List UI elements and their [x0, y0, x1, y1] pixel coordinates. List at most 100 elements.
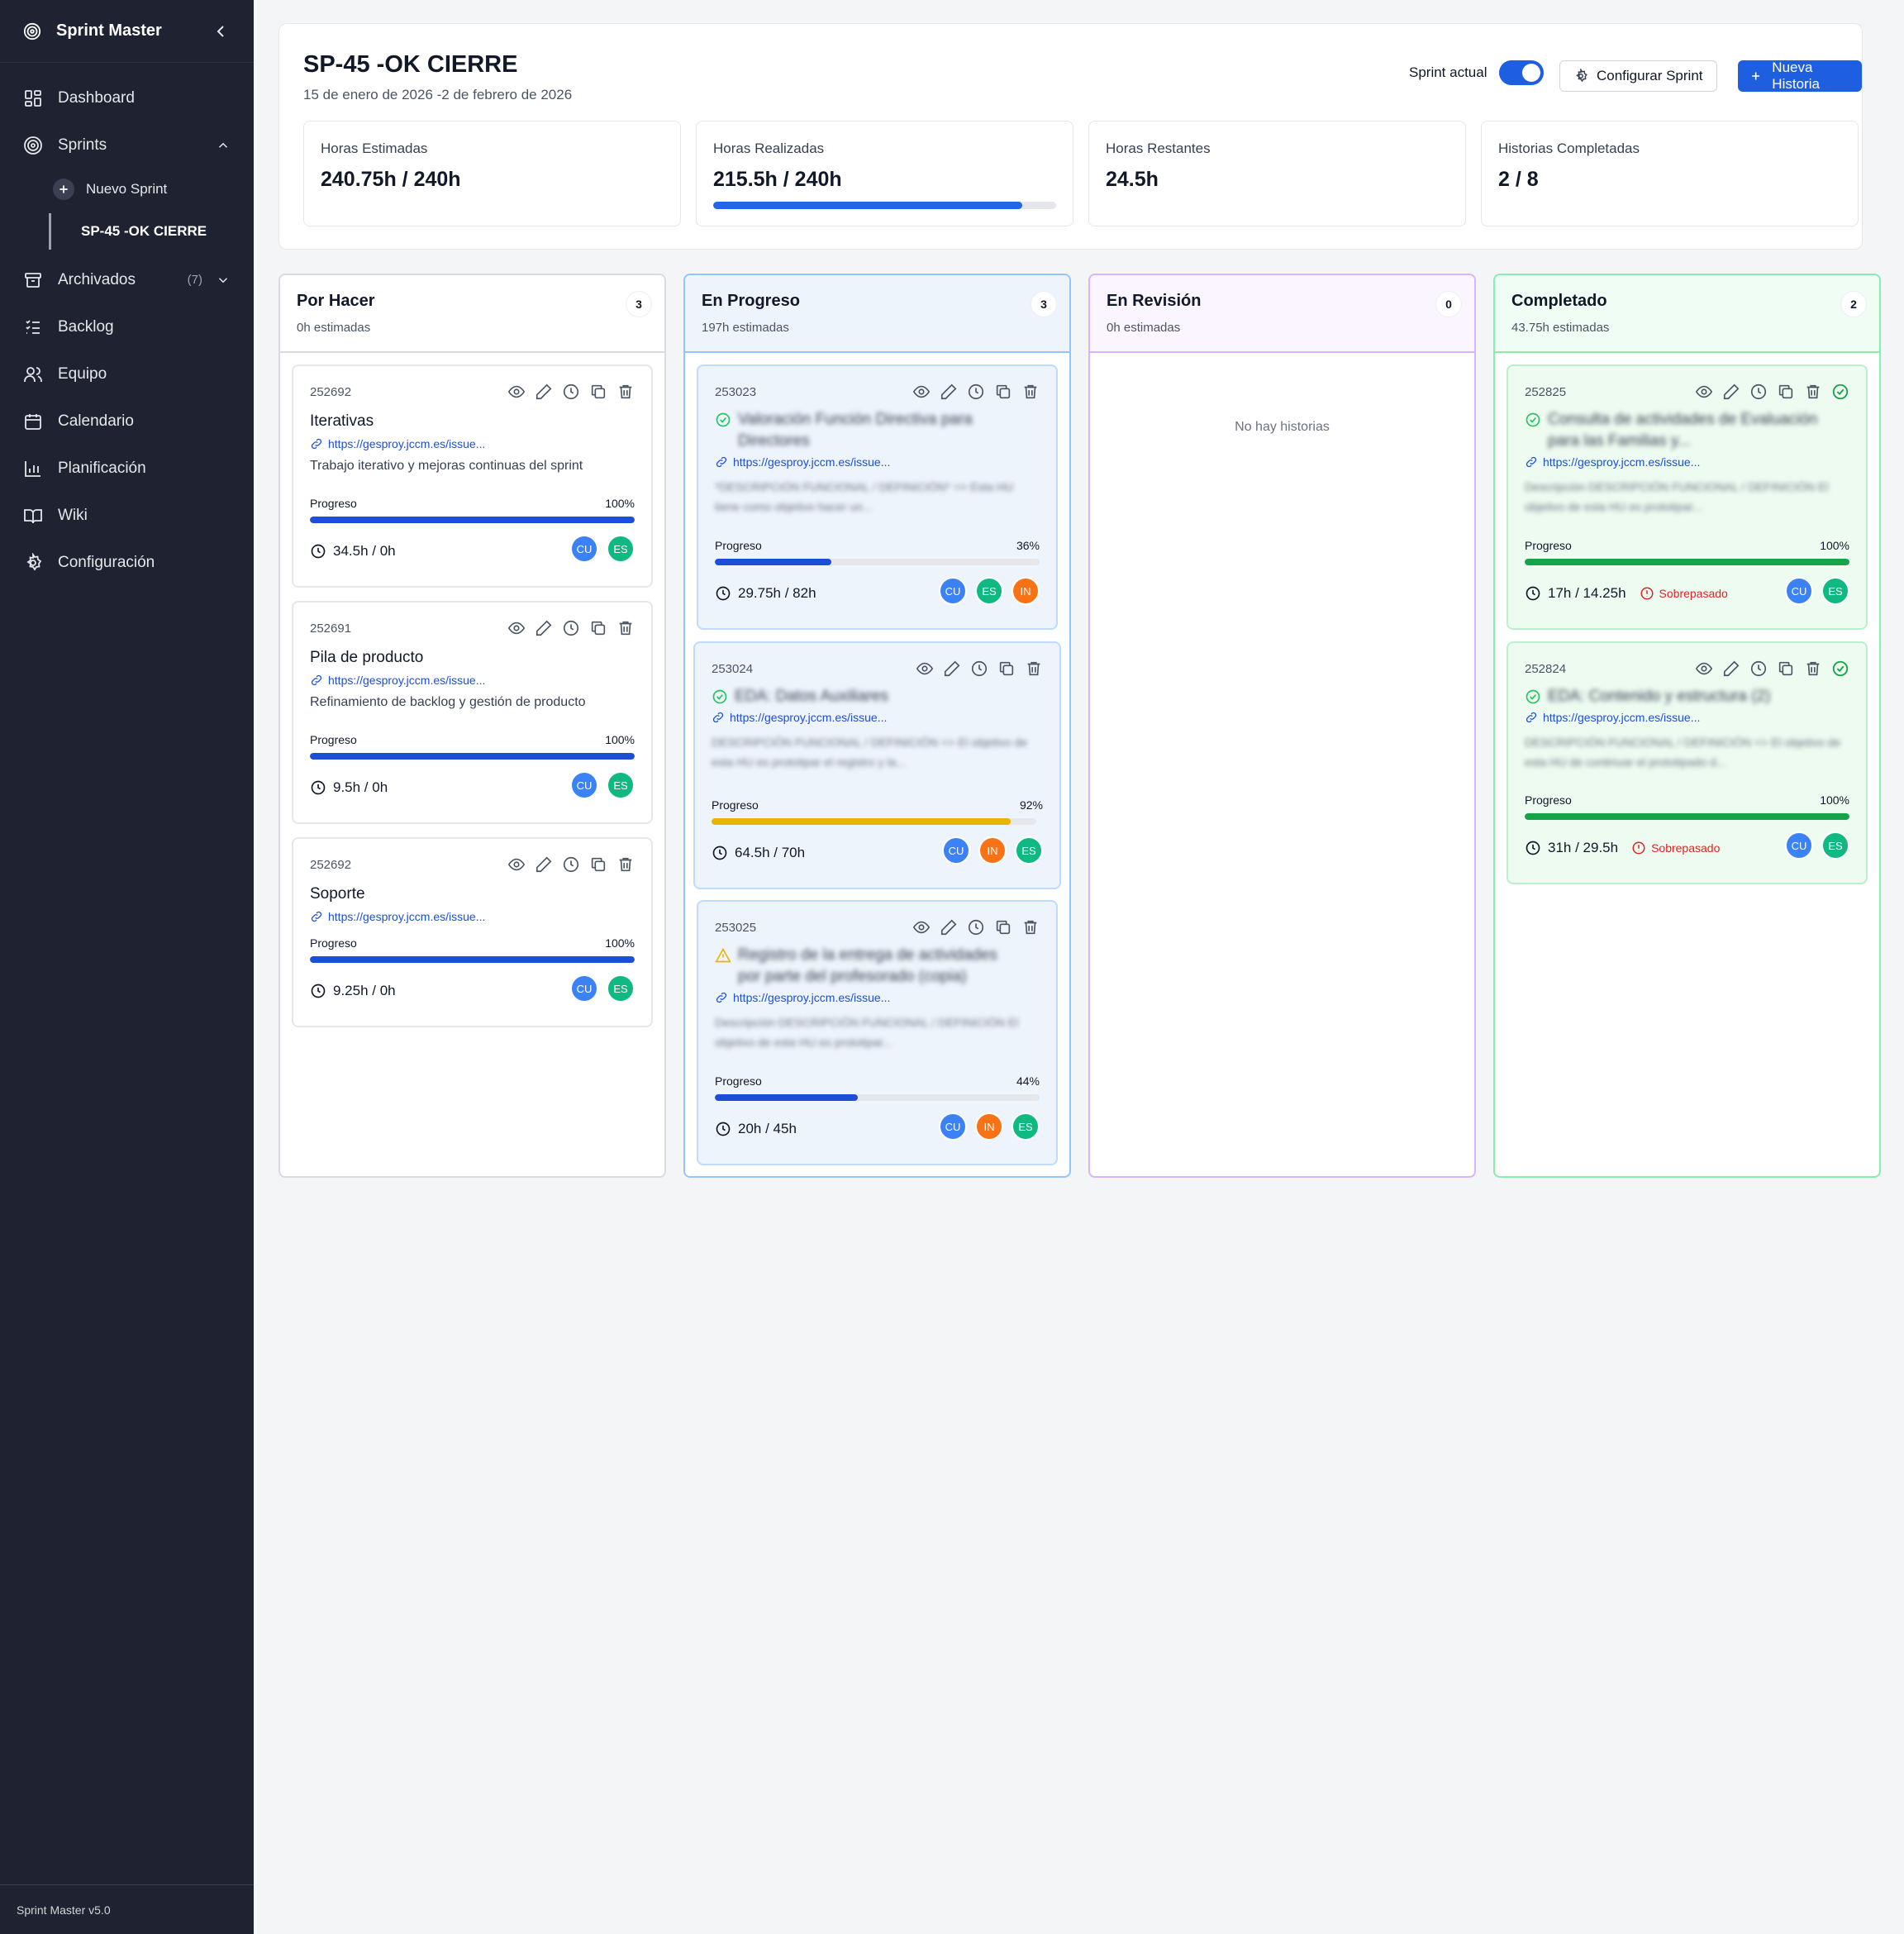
- clock-icon[interactable]: [562, 855, 580, 874]
- story-description: DESCRIPCIÓN FUNCIONAL / DEFINICIÓN => El…: [712, 736, 1028, 769]
- sidebar-item-equipo[interactable]: Equipo: [0, 350, 254, 398]
- sidebar-item-backlog[interactable]: Backlog: [0, 303, 254, 350]
- avatar[interactable]: ES: [1821, 831, 1849, 860]
- avatar[interactable]: CU: [942, 836, 970, 865]
- view-icon[interactable]: [507, 619, 526, 637]
- sidebar-item-dashboard[interactable]: Dashboard: [0, 74, 254, 121]
- clock-icon[interactable]: [1749, 660, 1768, 678]
- view-icon[interactable]: [1695, 660, 1713, 678]
- avatar[interactable]: ES: [975, 577, 1003, 605]
- edit-icon[interactable]: [1722, 660, 1740, 678]
- progress-value: 100%: [605, 733, 635, 746]
- view-icon[interactable]: [912, 383, 931, 401]
- story-link[interactable]: https://gesproy.jccm.es/issue...: [310, 910, 485, 923]
- story-card[interactable]: 252824 EDA: Contenido y estructura (2) htt…: [1507, 641, 1868, 884]
- hours-value: 31h / 29.5h: [1548, 840, 1619, 855]
- trash-icon[interactable]: [1804, 383, 1822, 401]
- view-icon[interactable]: [1695, 383, 1713, 401]
- avatar[interactable]: ES: [1015, 836, 1043, 865]
- trash-icon[interactable]: [1021, 918, 1040, 936]
- avatar[interactable]: IN: [975, 1112, 1003, 1141]
- avatar[interactable]: CU: [1785, 831, 1813, 860]
- story-card[interactable]: 253024 EDA: Datos Auxiliares https://gespr…: [693, 641, 1061, 889]
- trash-icon[interactable]: [1025, 660, 1043, 678]
- current-sprint-toggle[interactable]: [1498, 60, 1544, 85]
- avatar[interactable]: IN: [1011, 577, 1040, 605]
- new-story-button[interactable]: Nueva Historia: [1738, 60, 1862, 92]
- trash-icon[interactable]: [616, 619, 635, 637]
- clock-icon[interactable]: [967, 383, 985, 401]
- sidebar-item-planificacion[interactable]: Planificación: [0, 445, 254, 492]
- avatar[interactable]: CU: [1785, 577, 1813, 605]
- story-link[interactable]: https://gesproy.jccm.es/issue...: [715, 991, 890, 1004]
- edit-icon[interactable]: [535, 619, 553, 637]
- sidebar-new-sprint[interactable]: Nuevo Sprint: [0, 169, 254, 210]
- avatar[interactable]: ES: [1011, 1112, 1040, 1141]
- copy-icon[interactable]: [589, 383, 607, 401]
- list-icon: [26, 319, 40, 334]
- column-header: En Revisión 0h estimadas 0: [1090, 275, 1474, 353]
- view-icon[interactable]: [507, 383, 526, 401]
- story-link[interactable]: https://gesproy.jccm.es/issue...: [715, 455, 890, 469]
- clock-icon[interactable]: [1749, 383, 1768, 401]
- avatar[interactable]: CU: [939, 1112, 967, 1141]
- edit-icon[interactable]: [940, 383, 958, 401]
- copy-icon[interactable]: [589, 619, 607, 637]
- view-icon[interactable]: [912, 918, 931, 936]
- story-card[interactable]: 253023 Valoración Función Directiva para …: [697, 364, 1058, 630]
- edit-icon[interactable]: [1722, 383, 1740, 401]
- chevron-up-icon[interactable]: [216, 138, 231, 153]
- avatar[interactable]: CU: [570, 974, 598, 1003]
- avatar[interactable]: CU: [939, 577, 967, 605]
- copy-icon[interactable]: [997, 660, 1016, 678]
- chevron-left-icon[interactable]: [211, 21, 231, 41]
- copy-icon[interactable]: [994, 918, 1012, 936]
- clock-icon[interactable]: [562, 619, 580, 637]
- copy-icon[interactable]: [994, 383, 1012, 401]
- clock-icon[interactable]: [562, 383, 580, 401]
- story-link[interactable]: https://gesproy.jccm.es/issue...: [1525, 711, 1700, 724]
- edit-icon[interactable]: [940, 918, 958, 936]
- chevron-down-icon[interactable]: [216, 273, 231, 288]
- avatar[interactable]: IN: [978, 836, 1007, 865]
- avatar[interactable]: ES: [607, 535, 635, 563]
- edit-icon[interactable]: [943, 660, 961, 678]
- avatar[interactable]: ES: [607, 974, 635, 1003]
- trash-icon[interactable]: [616, 383, 635, 401]
- edit-icon[interactable]: [535, 855, 553, 874]
- trash-icon[interactable]: [616, 855, 635, 874]
- trash-icon[interactable]: [1021, 383, 1040, 401]
- copy-icon[interactable]: [1777, 383, 1795, 401]
- view-icon[interactable]: [916, 660, 934, 678]
- avatar[interactable]: ES: [607, 771, 635, 799]
- avatar[interactable]: ES: [1821, 577, 1849, 605]
- sidebar-item-calendario[interactable]: Calendario: [0, 398, 254, 445]
- edit-icon[interactable]: [535, 383, 553, 401]
- clock-icon[interactable]: [970, 660, 988, 678]
- clock-icon[interactable]: [967, 918, 985, 936]
- copy-icon[interactable]: [589, 855, 607, 874]
- sidebar-item-archivados[interactable]: Archivados (7): [0, 256, 254, 303]
- configure-sprint-button[interactable]: Configurar Sprint: [1559, 60, 1717, 92]
- sidebar-active-sprint[interactable]: SP-45 -OK CIERRE: [49, 213, 254, 250]
- hours-value: 29.75h / 82h: [738, 585, 816, 601]
- progress-bar: [715, 1094, 1040, 1101]
- story-link[interactable]: https://gesproy.jccm.es/issue...: [1525, 455, 1700, 469]
- story-card[interactable]: 253025 Registro de la entrega de activida…: [697, 900, 1058, 1165]
- sidebar-item-sprints[interactable]: Sprints: [0, 121, 254, 169]
- story-card[interactable]: 252692 Soporte https://gesproy.jccm.es/iss…: [292, 837, 653, 1027]
- view-icon[interactable]: [507, 855, 526, 874]
- story-link[interactable]: https://gesproy.jccm.es/issue...: [712, 711, 887, 724]
- story-card[interactable]: 252691 Pila de producto https://gesproy.jc…: [292, 601, 653, 824]
- story-link[interactable]: https://gesproy.jccm.es/issue...: [310, 437, 485, 450]
- story-card[interactable]: 252692 Iterativas https://gesproy.jccm.es/…: [292, 364, 653, 588]
- trash-icon[interactable]: [1804, 660, 1822, 678]
- story-link[interactable]: https://gesproy.jccm.es/issue...: [310, 674, 485, 687]
- sidebar-item-wiki[interactable]: Wiki: [0, 492, 254, 539]
- story-card[interactable]: 252825 Consulta de actividades de Evaluac…: [1507, 364, 1868, 630]
- avatar[interactable]: CU: [570, 535, 598, 563]
- progress-fill: [310, 753, 635, 760]
- sidebar-item-configuracion[interactable]: Configuración: [0, 539, 254, 586]
- avatar[interactable]: CU: [570, 771, 598, 799]
- copy-icon[interactable]: [1777, 660, 1795, 678]
